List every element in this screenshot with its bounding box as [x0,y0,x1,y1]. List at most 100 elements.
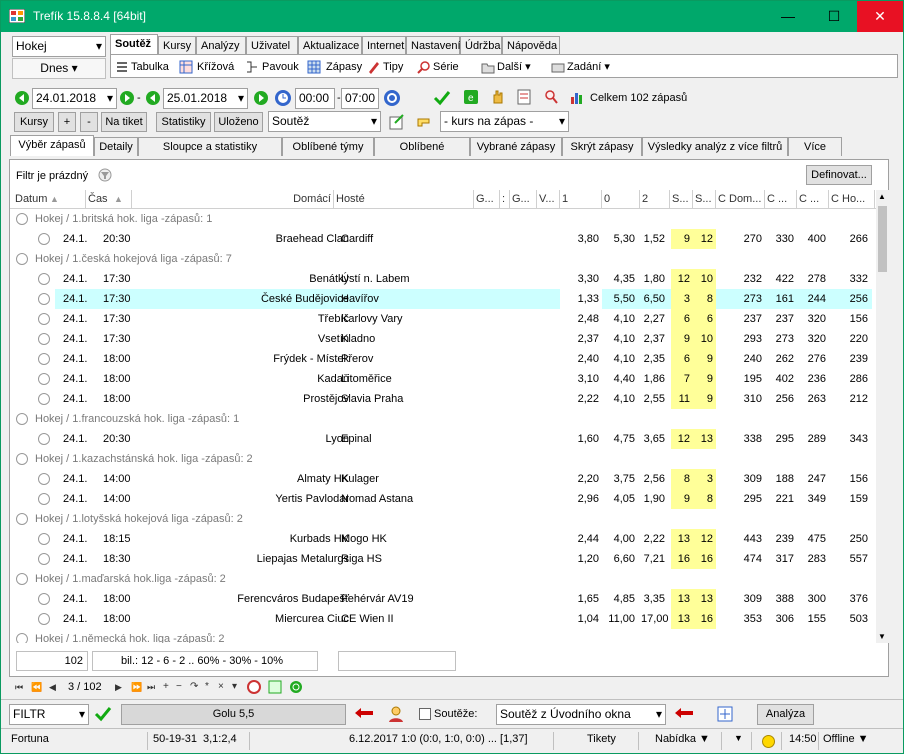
search-icon[interactable] [543,89,559,105]
table-row[interactable]: 24.1. 18:00 Miercurea Ciuc CE Wien II 1,04 11… [10,609,876,629]
expand-icon[interactable] [16,253,28,265]
expand-icon[interactable] [16,573,28,585]
table-row[interactable]: 24.1. 18:30 Liepajas Metalurgs Riga HS 1,20 6… [10,549,876,569]
zapasy-button[interactable]: Zápasy [326,60,362,74]
nav-prev-icon[interactable]: ◀ [49,680,56,694]
column-header[interactable]: G... [510,190,537,208]
column-header[interactable]: C ... [797,190,829,208]
date-to-input[interactable]: 25.01.2018 ▾ [163,88,248,109]
dropdown-icon[interactable]: ▼ [734,733,743,743]
na-tiket-button[interactable]: Na tiket [101,112,147,132]
minus-button[interactable]: - [80,112,98,132]
column-header[interactable]: 0 [602,190,640,208]
view-tab[interactable]: Výběr zápasů [10,135,94,156]
date-from-input[interactable]: 24.01.2018 ▾ [32,88,117,109]
menu-tab[interactable]: Uživatel [246,36,298,55]
column-header[interactable]: G... [474,190,500,208]
column-header[interactable]: S... [670,190,693,208]
nav-filter-icon[interactable]: ▾ [232,680,237,694]
column-header[interactable]: Domácí [132,190,334,208]
column-header[interactable]: Čas [86,190,132,208]
column-header[interactable]: 2 [640,190,670,208]
column-header[interactable]: C ... [765,190,797,208]
time-to-input[interactable]: 07:00 [341,88,379,109]
table-row[interactable]: 24.1. 18:00 Kadaň Litoměřice 3,10 4,40 1,86 7 9 1… [10,369,876,389]
table-row[interactable]: 24.1. 18:00 Ferencváros Budapešť Fehérvár A… [10,589,876,609]
chart-icon[interactable] [569,89,585,105]
column-header[interactable]: V... [537,190,560,208]
row-arrow-icon[interactable] [38,493,50,505]
close-button[interactable]: ✕ [857,1,903,32]
view-tab[interactable]: Oblíbené soutěže [374,137,470,171]
day-select[interactable]: Dnes ▾ [12,58,106,79]
define-filter-button[interactable]: Definovat... [806,165,872,185]
nav-star-icon[interactable]: * [205,680,209,694]
table-row[interactable]: 24.1. 17:30 Benátky Ústí n. Labem 3,30 4,35 1,… [10,269,876,289]
group-row[interactable]: Hokej / 1.německá hok. liga -zápasů: 2 [10,629,876,643]
export-icon[interactable] [389,114,405,130]
sport-select[interactable]: Hokej ▾ [12,36,106,57]
menu-tab[interactable]: Aktualizace [298,36,362,55]
golu-button[interactable]: Golu 5,5 [121,704,346,725]
clock-icon[interactable] [274,89,292,107]
vertical-scrollbar[interactable]: ▲ ▼ [876,190,889,643]
table-row[interactable]: 24.1. 20:30 Braehead Clan Cardiff 3,80 5,30 1,… [10,229,876,249]
row-arrow-icon[interactable] [38,353,50,365]
nabidka-menu[interactable]: Nabídka ▼ [655,733,710,745]
nav-add-icon[interactable]: + [163,680,169,694]
nav-add-record-icon[interactable] [268,680,282,694]
pavouk-button[interactable]: Pavouk [262,60,299,74]
menu-tab[interactable]: Nápověda [502,36,560,55]
row-arrow-icon[interactable] [38,433,50,445]
scrollbar-thumb[interactable] [878,206,887,272]
menu-tab[interactable]: Soutěž [110,34,158,55]
group-row[interactable]: Hokej / 1.francouzská hok. liga -zápasů:… [10,409,876,429]
serie-button[interactable]: Série [433,60,459,74]
row-arrow-icon[interactable] [38,473,50,485]
analyza-button[interactable]: Analýza [757,704,814,725]
column-header[interactable]: 1 [560,190,602,208]
group-row[interactable]: Hokej / 1.kazachstánská hok. liga -zápas… [10,449,876,469]
expand-icon[interactable] [16,413,28,425]
row-arrow-icon[interactable] [38,613,50,625]
row-arrow-icon[interactable] [38,553,50,565]
column-header[interactable]: S... [693,190,716,208]
hand-icon[interactable] [490,89,506,105]
tabulka-button[interactable]: Tabulka [131,60,169,74]
prev-day-icon[interactable] [145,90,161,106]
nav-stop-icon[interactable] [247,680,261,694]
row-arrow-icon[interactable] [38,273,50,285]
soutez-source-select[interactable]: Soutěž z Úvodního okna ▾ [496,704,666,725]
view-tab[interactable]: Více filtrů [788,137,842,171]
scroll-down-icon[interactable]: ▼ [878,632,886,641]
expand-icon[interactable] [16,633,28,643]
menu-tab[interactable]: Internet [362,36,406,55]
table-row[interactable]: 24.1. 18:00 Prostějov Slavia Praha 2,22 4,10 2… [10,389,876,409]
kurs-na-zapas-select[interactable]: - kurs na zápas - ▾ [440,111,569,132]
next-day-icon[interactable] [253,90,269,106]
offline-menu[interactable]: Offline ▼ [823,733,869,745]
group-row[interactable]: Hokej / 1.česká hokejová liga -zápasů: 7 [10,249,876,269]
view-tab[interactable]: Oblíbené týmy [282,137,374,156]
table-row[interactable]: 24.1. 18:00 Frýdek - Místek Přerov 2,40 4,10 2… [10,349,876,369]
row-arrow-icon[interactable] [38,373,50,385]
zadani-menu[interactable]: Zadání ▾ [567,60,610,74]
filtr-select[interactable]: FILTR ▾ [9,704,89,725]
next-day-icon[interactable] [119,90,135,106]
nav-cancel-icon[interactable]: × [218,680,224,694]
krizova-button[interactable]: Křížová [197,60,234,74]
refresh-icon[interactable] [383,89,401,107]
kursy-button[interactable]: Kursy [14,112,54,132]
user-icon[interactable] [387,705,405,723]
menu-tab[interactable]: Analýzy [196,36,246,55]
row-arrow-icon[interactable] [38,293,50,305]
nav-undo-icon[interactable]: ↷ [190,680,198,694]
nav-prev-page-icon[interactable]: ⏪ [31,680,42,694]
expand-icon[interactable] [16,513,28,525]
expand-icon[interactable] [16,213,28,225]
table-row[interactable]: 24.1. 17:30 České Budějovice Havířov 1,33 5,5… [10,289,876,309]
table-row[interactable]: 24.1. 20:30 Lyon Epinal 1,60 4,75 3,65 12 13 338 2… [10,429,876,449]
tikety-button[interactable]: Tikety [587,733,616,745]
crosshair-icon[interactable] [717,706,733,722]
statistiky-button[interactable]: Statistiky [156,112,211,132]
